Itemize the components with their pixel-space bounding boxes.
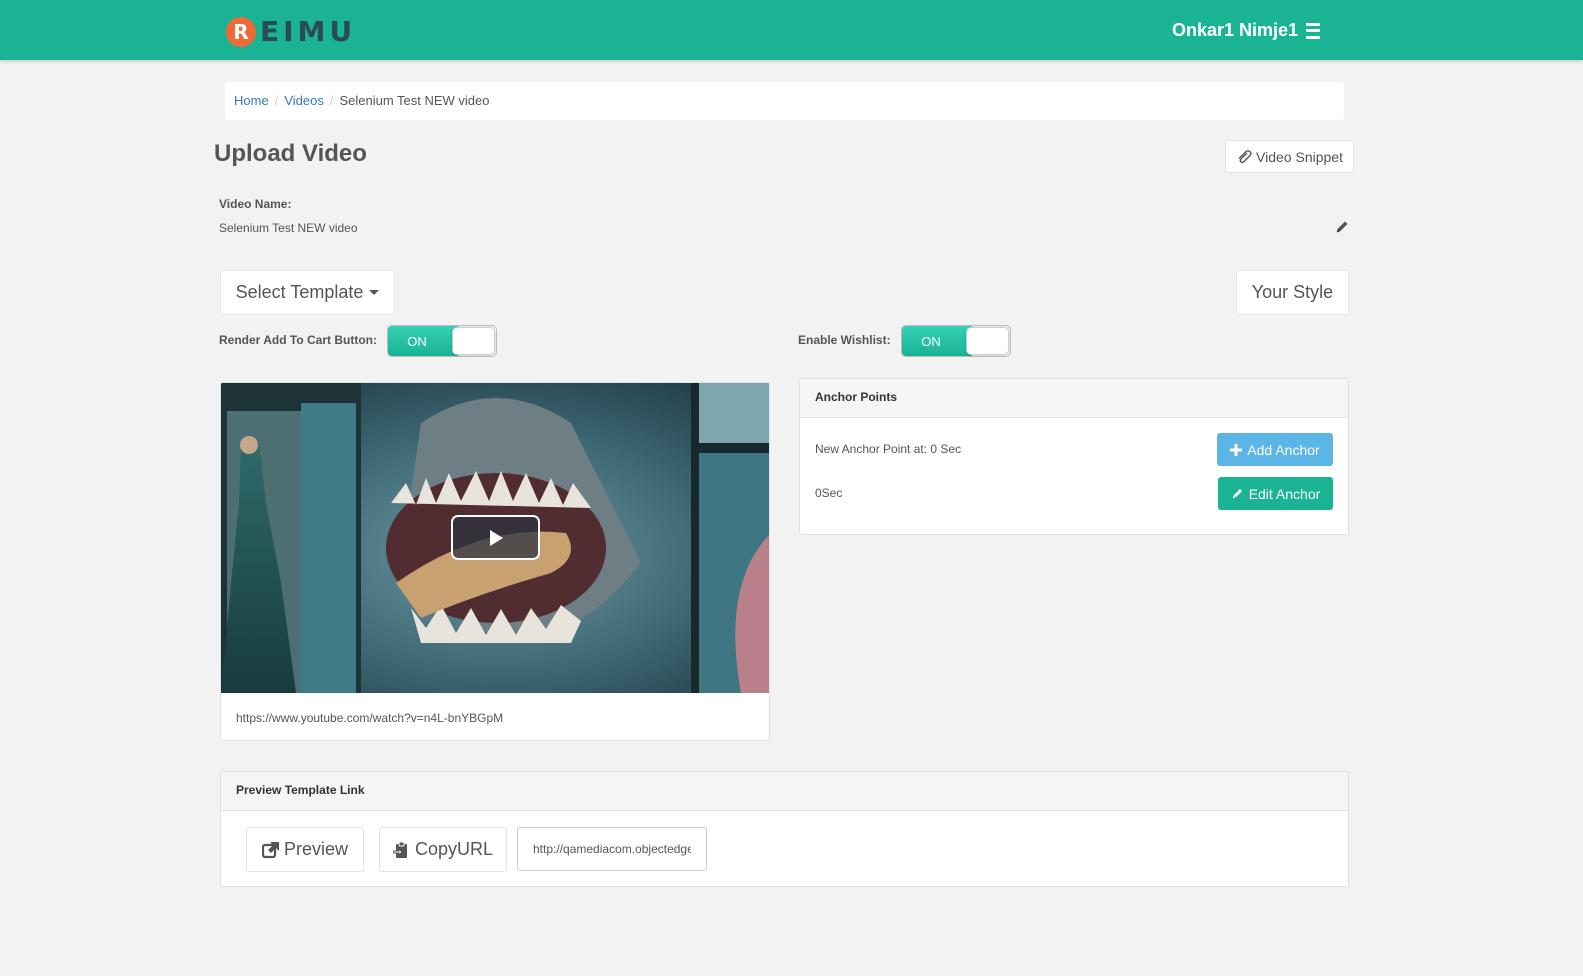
logo-text: EIMU bbox=[260, 15, 357, 48]
your-style-label: Your Style bbox=[1251, 282, 1334, 302]
brand-logo[interactable]: R EIMU bbox=[226, 16, 356, 48]
video-name-value: Selenium Test NEW video bbox=[219, 221, 358, 235]
toggle-knob[interactable] bbox=[452, 327, 495, 355]
preview-label: Preview bbox=[283, 839, 349, 859]
breadcrumb-separator: / bbox=[274, 93, 279, 108]
breadcrumb-videos-link[interactable]: Videos bbox=[284, 93, 324, 108]
pencil-icon bbox=[1232, 489, 1242, 499]
edit-anchor-label: Edit Anchor bbox=[1248, 485, 1321, 502]
video-panel: https://www.youtube.com/watch?v=n4L-bnYB… bbox=[220, 382, 770, 741]
anchor-points-heading: Anchor Points bbox=[800, 379, 1348, 418]
add-anchor-label: Add Anchor bbox=[1247, 441, 1320, 458]
preview-url-input[interactable] bbox=[517, 827, 707, 871]
anchor-points-panel: Anchor Points New Anchor Point at: 0 Sec… bbox=[799, 378, 1349, 535]
play-button[interactable] bbox=[451, 515, 540, 560]
caret-down-icon bbox=[369, 290, 380, 295]
video-snippet-button[interactable]: Video Snippet bbox=[1225, 140, 1354, 173]
select-template-label: Select Template bbox=[235, 282, 364, 302]
new-anchor-text: New Anchor Point at: 0 Sec bbox=[815, 442, 962, 456]
video-player[interactable] bbox=[221, 383, 769, 693]
video-url-text: https://www.youtube.com/watch?v=n4L-bnYB… bbox=[236, 711, 504, 725]
external-link-icon bbox=[261, 841, 279, 858]
preview-button[interactable]: Preview bbox=[246, 827, 364, 872]
wishlist-label: Enable Wishlist: bbox=[798, 333, 891, 347]
paperclip-icon bbox=[1238, 149, 1252, 163]
select-template-dropdown[interactable]: Select Template bbox=[220, 270, 395, 315]
hamburger-menu-icon[interactable] bbox=[1306, 22, 1321, 39]
your-style-button[interactable]: Your Style bbox=[1236, 270, 1349, 315]
add-anchor-button[interactable]: Add Anchor bbox=[1217, 433, 1333, 466]
video-snippet-label: Video Snippet bbox=[1256, 148, 1343, 165]
wishlist-toggle-state: ON bbox=[902, 326, 972, 356]
play-icon bbox=[489, 529, 503, 546]
breadcrumb: Home / Videos / Selenium Test NEW video bbox=[225, 82, 1344, 120]
user-menu[interactable]: Onkar1 Nimje1 bbox=[1172, 20, 1321, 41]
wishlist-toggle[interactable]: ON bbox=[901, 325, 1011, 357]
anchor-time-text: 0Sec bbox=[815, 486, 843, 500]
plus-icon bbox=[1230, 443, 1243, 456]
user-name: Onkar1 Nimje1 bbox=[1172, 20, 1299, 40]
logo-badge: R bbox=[226, 17, 256, 47]
add-to-cart-toggle-state: ON bbox=[388, 326, 458, 356]
breadcrumb-home-link[interactable]: Home bbox=[234, 93, 269, 108]
video-name-label: Video Name: bbox=[219, 197, 292, 211]
clipboard-icon bbox=[392, 841, 407, 858]
toggle-knob[interactable] bbox=[966, 327, 1009, 355]
preview-template-heading: Preview Template Link bbox=[221, 772, 1348, 811]
add-to-cart-label: Render Add To Cart Button: bbox=[219, 333, 377, 347]
breadcrumb-separator: / bbox=[329, 93, 334, 108]
add-to-cart-toggle[interactable]: ON bbox=[387, 325, 497, 357]
copy-url-label: CopyURL bbox=[414, 839, 494, 859]
preview-template-panel: Preview Template Link Preview CopyURL bbox=[220, 771, 1349, 887]
edit-name-pencil-icon[interactable] bbox=[1334, 219, 1350, 235]
top-navbar: R EIMU Onkar1 Nimje1 bbox=[0, 0, 1583, 60]
page-title: Upload Video bbox=[214, 140, 367, 167]
breadcrumb-current: Selenium Test NEW video bbox=[339, 93, 490, 108]
copy-url-button[interactable]: CopyURL bbox=[379, 827, 507, 872]
edit-anchor-button[interactable]: Edit Anchor bbox=[1218, 477, 1333, 510]
